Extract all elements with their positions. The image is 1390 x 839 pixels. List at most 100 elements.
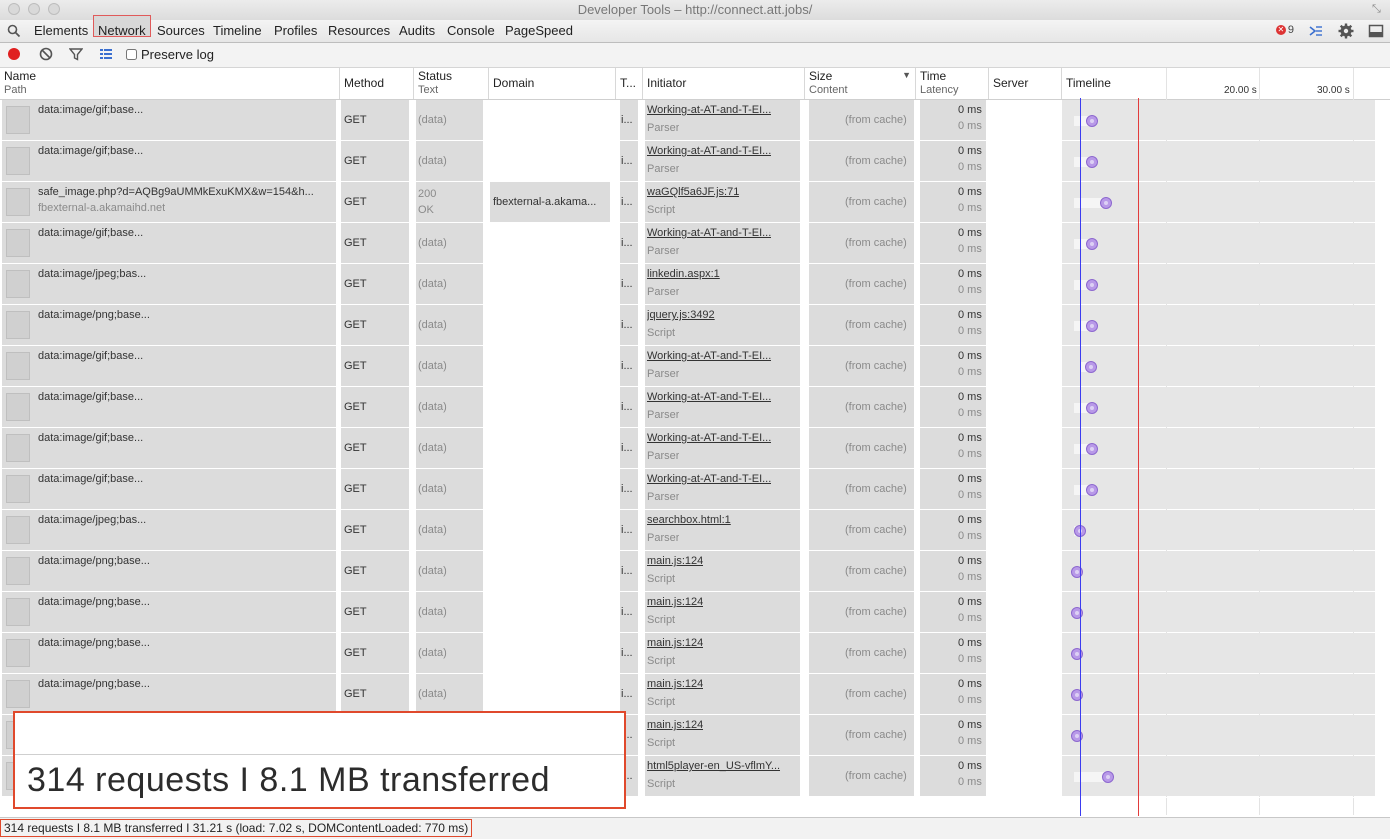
header-status[interactable]: Status Text xyxy=(414,68,489,99)
header-domain[interactable]: Domain xyxy=(489,68,616,99)
initiator-link[interactable]: waGQlf5a6JF.js:71 xyxy=(647,186,739,198)
size-cell: (from cache) xyxy=(845,237,907,249)
gear-icon[interactable] xyxy=(1338,23,1354,39)
time-cell: 0 ms xyxy=(958,432,982,444)
table-row[interactable]: data:image/gif;base... GET (data) i... Worki… xyxy=(0,469,1390,511)
initiator-type-cell: Script xyxy=(647,696,676,708)
table-row[interactable]: data:image/jpeg;bas... GET (data) i... linke… xyxy=(0,264,1390,306)
table-row[interactable]: data:image/gif;base... GET (data) i... Worki… xyxy=(0,387,1390,429)
initiator-link[interactable]: main.js:124 xyxy=(647,637,703,649)
tab-network[interactable]: Network xyxy=(93,15,151,38)
row-cell-background xyxy=(1062,346,1375,386)
preserve-log-toggle[interactable]: Preserve log xyxy=(126,47,214,62)
initiator-link[interactable]: main.js:124 xyxy=(647,596,703,608)
initiator-link[interactable]: html5player-en_US-vflmY... xyxy=(647,760,780,772)
table-row[interactable]: data:image/gif;base... GET (data) i... Worki… xyxy=(0,100,1390,142)
name-cell: data:image/png;base... xyxy=(38,309,150,321)
table-row[interactable]: data:image/png;base... GET (data) i... main.… xyxy=(0,592,1390,634)
initiator-link[interactable]: main.js:124 xyxy=(647,555,703,567)
table-row[interactable]: data:image/gif;base... GET (data) i... Worki… xyxy=(0,346,1390,388)
initiator-type-cell: Parser xyxy=(647,368,680,380)
initiator-link[interactable]: Working-at-AT-and-T-EI... xyxy=(647,145,771,157)
large-rows-icon[interactable] xyxy=(99,47,113,61)
tab-audits[interactable]: Audits xyxy=(399,23,435,38)
name-cell: data:image/gif;base... xyxy=(38,473,144,485)
console-drawer-icon[interactable] xyxy=(1308,23,1324,39)
table-row[interactable]: data:image/png;base... GET (data) i... jquer… xyxy=(0,305,1390,347)
header-type[interactable]: T... xyxy=(616,68,643,99)
resource-thumbnail xyxy=(6,270,30,298)
header-server[interactable]: Server xyxy=(989,68,1062,99)
time-cell: 0 ms xyxy=(958,145,982,157)
initiator-link[interactable]: main.js:124 xyxy=(647,678,703,690)
method-cell: GET xyxy=(344,401,367,413)
row-cell-background xyxy=(1062,100,1375,140)
clear-icon[interactable] xyxy=(39,47,53,61)
table-row[interactable]: data:image/png;base... GET (data) i... main.… xyxy=(0,551,1390,593)
initiator-link[interactable]: Working-at-AT-and-T-EI... xyxy=(647,432,771,444)
initiator-link[interactable]: linkedin.aspx:1 xyxy=(647,268,720,280)
table-row[interactable]: data:image/jpeg;bas... GET (data) i... searc… xyxy=(0,510,1390,552)
initiator-link[interactable]: main.js:124 xyxy=(647,719,703,731)
type-cell: i... xyxy=(621,483,633,495)
error-count-badge[interactable]: ✕ 9 xyxy=(1275,24,1294,36)
table-row[interactable]: safe_image.php?d=AQBg9aUMMkExuKMX&w=154&… xyxy=(0,182,1390,224)
tab-sources[interactable]: Sources xyxy=(157,23,205,38)
table-row[interactable]: data:image/gif;base... GET (data) i... Worki… xyxy=(0,428,1390,470)
resource-thumbnail xyxy=(6,557,30,585)
initiator-link[interactable]: Working-at-AT-and-T-EI... xyxy=(647,391,771,403)
status-cell: (data) xyxy=(418,483,447,495)
row-cell-background xyxy=(1062,223,1375,263)
tab-elements[interactable]: Elements xyxy=(34,23,88,38)
initiator-link[interactable]: jquery.js:3492 xyxy=(647,309,715,321)
size-cell: (from cache) xyxy=(845,524,907,536)
tab-timeline[interactable]: Timeline xyxy=(213,23,262,38)
timeline-marker xyxy=(1086,484,1098,496)
timeline-marker xyxy=(1071,566,1083,578)
method-cell: GET xyxy=(344,483,367,495)
tab-pagespeed[interactable]: PageSpeed xyxy=(505,23,573,38)
latency-cell: 0 ms xyxy=(958,243,982,255)
header-method[interactable]: Method xyxy=(340,68,414,99)
window-titlebar: Developer Tools – http://connect.att.job… xyxy=(0,0,1390,21)
initiator-type-cell: Script xyxy=(647,327,676,339)
summary-status: 314 requests I 8.1 MB transferred I 31.2… xyxy=(0,819,473,837)
initiator-link[interactable]: Working-at-AT-and-T-EI... xyxy=(647,350,771,362)
resource-thumbnail xyxy=(6,475,30,503)
time-cell: 0 ms xyxy=(958,678,982,690)
type-cell: i... xyxy=(621,688,633,700)
search-icon[interactable] xyxy=(7,24,21,38)
timeline-marker xyxy=(1086,238,1098,250)
initiator-type-cell: Parser xyxy=(647,163,680,175)
table-row[interactable]: data:image/png;base... GET (data) i... main.… xyxy=(0,633,1390,675)
status-text-cell: OK xyxy=(418,204,434,216)
header-initiator[interactable]: Initiator xyxy=(643,68,805,99)
header-timeline[interactable]: Timeline 20.00 s 30.00 s xyxy=(1062,68,1390,99)
initiator-link[interactable]: Working-at-AT-and-T-EI... xyxy=(647,104,771,116)
table-row[interactable]: data:image/png;base... GET (data) i... main.… xyxy=(0,674,1390,716)
filter-icon[interactable] xyxy=(69,47,83,61)
tab-console[interactable]: Console xyxy=(447,23,495,38)
method-cell: GET xyxy=(344,155,367,167)
tab-profiles[interactable]: Profiles xyxy=(274,23,317,38)
dock-icon[interactable] xyxy=(1368,23,1384,39)
header-size[interactable]: Size Content ▼ xyxy=(805,68,916,99)
request-list: data:image/gif;base... GET (data) i... Worki… xyxy=(0,100,1390,816)
initiator-link[interactable]: searchbox.html:1 xyxy=(647,514,731,526)
header-name[interactable]: Name Path xyxy=(0,68,340,99)
initiator-link[interactable]: Working-at-AT-and-T-EI... xyxy=(647,473,771,485)
header-time[interactable]: Time Latency xyxy=(916,68,989,99)
status-cell: (data) xyxy=(418,237,447,249)
fullscreen-icon[interactable]: ⤡ xyxy=(1372,3,1384,15)
preserve-log-checkbox[interactable] xyxy=(126,49,137,60)
name-cell: data:image/png;base... xyxy=(38,678,150,690)
table-row[interactable]: data:image/gif;base... GET (data) i... Worki… xyxy=(0,141,1390,183)
row-cell-background xyxy=(490,387,610,427)
table-row[interactable]: data:image/gif;base... GET (data) i... Worki… xyxy=(0,223,1390,265)
column-headers: Name Path Method Status Text Domain T... I… xyxy=(0,68,1390,100)
domain-cell: fbexternal-a.akama... xyxy=(493,196,597,208)
tab-resources[interactable]: Resources xyxy=(328,23,390,38)
record-button[interactable] xyxy=(8,48,20,60)
type-cell: i... xyxy=(621,524,633,536)
initiator-link[interactable]: Working-at-AT-and-T-EI... xyxy=(647,227,771,239)
